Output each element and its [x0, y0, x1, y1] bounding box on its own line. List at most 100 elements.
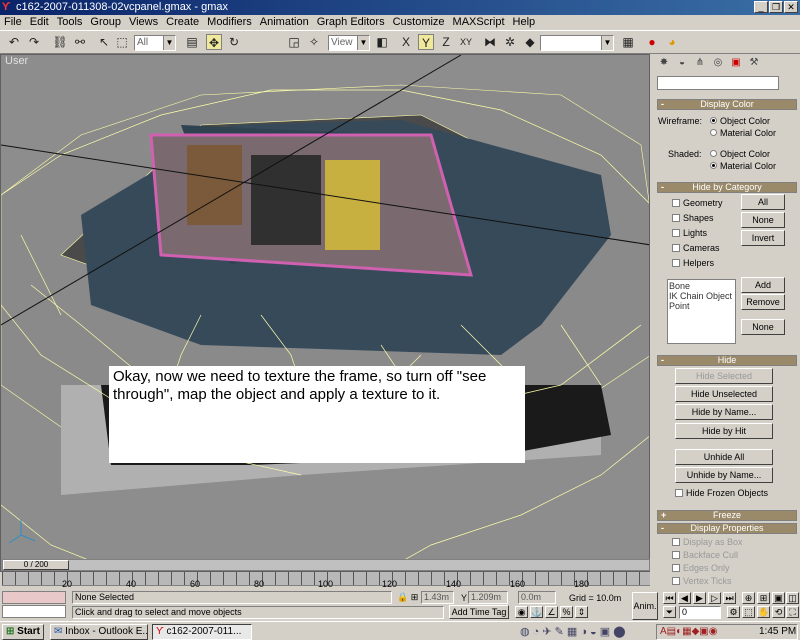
zoom-extents-icon[interactable]: ▣ — [772, 592, 785, 604]
hide-by-name-button[interactable]: Hide by Name... — [675, 404, 773, 420]
undo-icon[interactable]: ↶ — [6, 34, 22, 50]
unhide-by-name-button[interactable]: Unhide by Name... — [675, 467, 773, 483]
rollout-display-color[interactable]: - Display Color — [657, 99, 797, 110]
rollout-hide[interactable]: - Hide — [657, 355, 797, 366]
pivot-icon[interactable]: ◧ — [374, 34, 390, 50]
percent-snap-icon[interactable]: % — [560, 606, 573, 618]
goto-end-icon[interactable]: ⏭ — [723, 592, 736, 604]
category-all-button[interactable]: All — [741, 194, 785, 210]
modify-tab-icon[interactable]: ◒ — [675, 56, 689, 70]
redo-icon[interactable]: ↷ — [26, 34, 42, 50]
move-icon[interactable]: ✥ — [206, 34, 222, 50]
menu-customize[interactable]: Customize — [389, 15, 449, 30]
taskbar-item-gmax[interactable]: ϒ c162-2007-011... — [152, 624, 252, 640]
menu-views[interactable]: Views — [125, 15, 162, 30]
shaded-material-color-radio[interactable] — [710, 162, 717, 169]
arc-rotate-icon[interactable]: ⟲ — [772, 606, 785, 618]
maximize-viewport-icon[interactable]: ⛶ — [786, 606, 799, 618]
spinner-snap-icon[interactable]: ⇕ — [575, 606, 588, 618]
rollout-freeze[interactable]: + Freeze — [657, 510, 797, 521]
axis-y-icon[interactable]: Y — [418, 34, 434, 50]
axis-x-icon[interactable]: X — [398, 34, 414, 50]
hierarchy-tab-icon[interactable]: ⋔ — [693, 56, 707, 70]
rollout-hide-by-category[interactable]: - Hide by Category — [657, 182, 797, 193]
viewport-nav-icon[interactable]: ◉ — [515, 606, 528, 618]
x-coordinate-field[interactable]: 1.43m — [421, 591, 454, 604]
time-config-icon[interactable]: ⚙ — [727, 606, 740, 618]
zoom-extents-all-icon[interactable]: ◫ — [786, 592, 799, 604]
material-editor-icon[interactable]: ● — [644, 34, 660, 50]
viewport-label[interactable]: User — [5, 55, 28, 67]
selection-filter-dropdown[interactable]: All ▼ — [134, 35, 176, 51]
edges-only-checkbox[interactable] — [672, 564, 680, 572]
key-mode-icon[interactable]: ⏷ — [663, 606, 676, 618]
viewport-user[interactable]: User — [0, 54, 650, 572]
snap-toggle-icon[interactable]: ⚓ — [530, 606, 543, 618]
track-view-icon[interactable]: ▦ — [620, 34, 636, 50]
ref-coord-dropdown[interactable]: View ▼ — [328, 35, 370, 51]
time-slider-track[interactable]: 0 / 200 — [2, 559, 650, 571]
list-item[interactable]: Point — [669, 301, 734, 311]
add-time-tag-button[interactable]: Add Time Tag — [449, 605, 509, 619]
align-icon[interactable]: ◆ — [522, 34, 538, 50]
menu-animation[interactable]: Animation — [256, 15, 313, 30]
rollout-display-properties[interactable]: - Display Properties — [657, 523, 797, 534]
backface-cull-checkbox[interactable] — [672, 551, 680, 559]
array-icon[interactable]: ✲ — [502, 34, 518, 50]
unlink-icon[interactable]: ⚯ — [72, 34, 88, 50]
menu-create[interactable]: Create — [162, 15, 203, 30]
zoom-icon[interactable]: ⊕ — [742, 592, 755, 604]
wireframe-material-color-radio[interactable] — [710, 129, 717, 136]
cameras-checkbox[interactable] — [672, 244, 680, 252]
link-icon[interactable]: ⛓ — [52, 34, 68, 50]
hide-selected-button[interactable]: Hide Selected — [675, 368, 773, 384]
object-name-field[interactable] — [657, 76, 779, 90]
lock-selection-icon[interactable]: 🔒 — [397, 592, 408, 603]
z-coordinate-field[interactable]: 0.0m — [518, 591, 556, 604]
category-list[interactable]: Bone IK Chain Object Point — [667, 279, 736, 344]
category-add-button[interactable]: Add — [741, 277, 785, 293]
display-as-box-checkbox[interactable] — [672, 538, 680, 546]
category-none-button[interactable]: None — [741, 212, 785, 228]
menu-group[interactable]: Group — [86, 15, 125, 30]
current-frame-field[interactable]: 0 — [679, 606, 721, 619]
maxscript-listener-white[interactable] — [2, 605, 66, 618]
zoom-region-icon[interactable]: ⬚ — [742, 606, 755, 618]
list-item[interactable]: IK Chain Object — [669, 291, 734, 301]
prev-frame-icon[interactable]: ◀ — [678, 592, 691, 604]
display-tab-icon[interactable]: ▣ — [729, 56, 743, 70]
time-slider-thumb[interactable]: 0 / 200 — [3, 560, 69, 570]
render-icon[interactable]: ◕ — [664, 34, 680, 50]
vertex-ticks-checkbox[interactable] — [672, 577, 680, 585]
absolute-mode-icon[interactable]: ⊞ — [409, 592, 420, 603]
named-selection-dropdown[interactable]: ▼ — [540, 35, 614, 51]
hide-frozen-checkbox[interactable] — [675, 489, 683, 497]
list-item[interactable]: Bone — [669, 281, 734, 291]
menu-graph-editors[interactable]: Graph Editors — [313, 15, 389, 30]
taskbar-item-outlook[interactable]: ✉ Inbox - Outlook E... — [50, 624, 148, 640]
select-region-icon[interactable]: ⬚ — [114, 34, 130, 50]
shapes-checkbox[interactable] — [672, 214, 680, 222]
geometry-checkbox[interactable] — [672, 199, 680, 207]
hide-unselected-button[interactable]: Hide Unselected — [675, 386, 773, 402]
zoom-all-icon[interactable]: ⊞ — [757, 592, 770, 604]
menu-edit[interactable]: Edit — [26, 15, 53, 30]
create-tab-icon[interactable]: ✸ — [657, 56, 671, 70]
utilities-tab-icon[interactable]: ⚒ — [747, 56, 761, 70]
mirror-icon[interactable]: ⧓ — [482, 34, 498, 50]
helpers-checkbox[interactable] — [672, 259, 680, 267]
menu-help[interactable]: Help — [509, 15, 540, 30]
snap-icon[interactable]: ✧ — [306, 34, 322, 50]
category-invert-button[interactable]: Invert — [741, 230, 785, 246]
rotate-icon[interactable]: ↻ — [226, 34, 242, 50]
menu-modifiers[interactable]: Modifiers — [203, 15, 256, 30]
motion-tab-icon[interactable]: ◎ — [711, 56, 725, 70]
angle-snap-icon[interactable]: ∠ — [545, 606, 558, 618]
shaded-object-color-radio[interactable] — [710, 150, 717, 157]
animate-button[interactable]: Anim. — [632, 592, 658, 620]
axis-z-icon[interactable]: Z — [438, 34, 454, 50]
start-button[interactable]: ⊞ Start — [2, 624, 44, 640]
menu-file[interactable]: File — [0, 15, 26, 30]
menu-tools[interactable]: Tools — [53, 15, 87, 30]
hide-by-hit-button[interactable]: Hide by Hit — [675, 423, 773, 439]
